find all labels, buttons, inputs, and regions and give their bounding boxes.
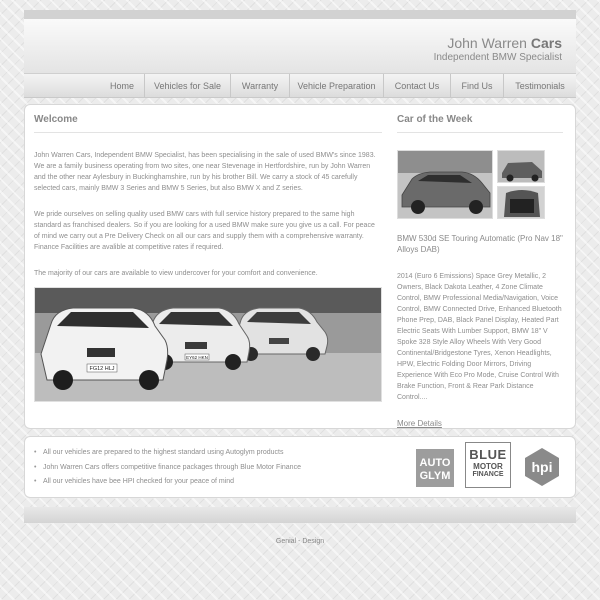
nav-item-vehicles-for-sale[interactable]: Vehicles for Sale: [144, 74, 230, 97]
nav-item-testimonials[interactable]: Testimonials: [503, 74, 576, 97]
cotw-thumb-boot-image: [498, 187, 544, 218]
nav-item-vehicle-preparation[interactable]: Vehicle Preparation: [289, 74, 383, 97]
blue-motor-finance-logo[interactable]: BLUE MOTOR FINANCE: [465, 442, 511, 488]
welcome-paragraph-2: We pride ourselves on selling quality us…: [34, 211, 375, 251]
welcome-paragraph-1: John Warren Cars, Independent BMW Specia…: [34, 152, 376, 192]
brand-name-regular: John Warren: [447, 35, 531, 51]
showroom-cars-photo: EY62 HKN FG12 HLJ: [34, 287, 382, 402]
welcome-section: Welcome John Warren Cars, Independent BM…: [34, 114, 382, 402]
feature-item-hpi: All our vehicles have bee HPI checked fo…: [34, 475, 301, 490]
feature-item-autoglym: All our vehicles are prepared to the hig…: [34, 446, 301, 461]
welcome-paragraph-3: The majority of our cars are available t…: [34, 270, 318, 277]
main-nav: Home Vehicles for Sale Warranty Vehicle …: [24, 73, 576, 98]
autoglym-logo-text-2: GLYM: [420, 470, 451, 482]
car-near: FG12 HLJ: [40, 307, 169, 390]
cotw-thumb-boot[interactable]: [497, 186, 545, 219]
cotw-main-photo-image: [398, 151, 492, 218]
autoglym-logo-text-1: AUTO: [420, 457, 451, 469]
nav-item-warranty[interactable]: Warranty: [230, 74, 289, 97]
main-content: Welcome John Warren Cars, Independent BM…: [24, 104, 576, 429]
nav-item-home[interactable]: Home: [100, 74, 144, 97]
cotw-thumb-rear-image: [498, 151, 544, 182]
blue-motor-finance-logo-text-3: FINANCE: [472, 471, 504, 478]
autoglym-logo[interactable]: AUTO GLYM: [416, 449, 454, 487]
car-of-the-week-gallery: [397, 150, 563, 219]
features-list: All our vehicles are prepared to the hig…: [34, 446, 301, 490]
plate-middle: EY62 HKN: [186, 355, 208, 360]
nav-item-contact-us[interactable]: Contact Us: [383, 74, 450, 97]
features-panel: All our vehicles are prepared to the hig…: [24, 436, 576, 498]
hpi-logo-image: hpi: [525, 448, 559, 486]
site-brand[interactable]: John Warren Cars Independent BMW Special…: [434, 36, 562, 64]
feature-item-finance: John Warren Cars offers competitive fina…: [34, 461, 301, 476]
site-header: John Warren Cars Independent BMW Special…: [24, 10, 576, 73]
brand-name-bold: Cars: [530, 35, 562, 51]
hpi-logo-text: hpi: [532, 459, 553, 475]
more-details-link[interactable]: More Details: [397, 419, 442, 428]
hpi-logo[interactable]: hpi: [521, 446, 563, 488]
car-of-the-week-heading: Car of the Week: [397, 114, 563, 133]
showroom-cars-illustration: EY62 HKN FG12 HLJ: [35, 288, 381, 401]
plate-near: FG12 HLJ: [89, 366, 114, 372]
cotw-thumb-rear[interactable]: [497, 150, 545, 183]
car-of-the-week-description: 2014 (Euro 6 Emissions) Space Grey Metal…: [397, 273, 562, 401]
footer-bar: [24, 507, 576, 523]
welcome-heading: Welcome: [34, 114, 382, 133]
cotw-main-photo[interactable]: [397, 150, 493, 219]
brand-tagline: Independent BMW Specialist: [433, 52, 562, 63]
blue-motor-finance-logo-text-1: BLUE: [469, 447, 507, 462]
design-credit[interactable]: Genial - Design: [0, 538, 600, 545]
page-container: John Warren Cars Independent BMW Special…: [24, 10, 576, 523]
nav-item-find-us[interactable]: Find Us: [450, 74, 503, 97]
car-of-the-week-section: Car of the Week BMW 530d SE Touring Auto…: [397, 114, 563, 431]
autoglym-logo-image: AUTO GLYM: [416, 449, 454, 487]
car-of-the-week-title: BMW 530d SE Touring Automatic (Pro Nav 1…: [397, 234, 563, 254]
blue-motor-finance-logo-text-2: MOTOR: [473, 462, 503, 471]
brand-name: John Warren Cars: [434, 36, 562, 51]
